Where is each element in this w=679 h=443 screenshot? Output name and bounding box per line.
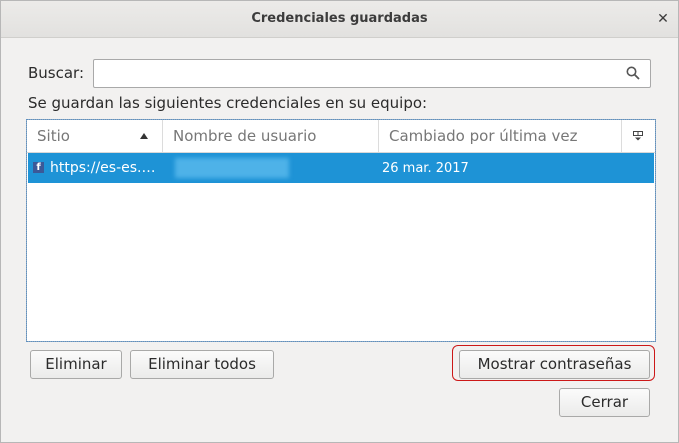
search-input[interactable] xyxy=(94,60,626,87)
search-label: Buscar: xyxy=(28,64,85,82)
show-passwords-button[interactable]: Mostrar contraseñas xyxy=(459,350,650,379)
facebook-icon: f xyxy=(33,162,44,173)
column-header-label: Nombre de usuario xyxy=(173,127,317,145)
changed-cell: 26 mar. 2017 xyxy=(382,161,469,176)
sort-ascending-icon xyxy=(140,133,148,139)
column-header-label: Sitio xyxy=(37,127,70,145)
column-header-site[interactable]: Sitio xyxy=(27,120,163,152)
search-box[interactable] xyxy=(93,59,651,88)
delete-button[interactable]: Eliminar xyxy=(30,350,122,379)
dialog-title: Credenciales guardadas xyxy=(251,11,428,26)
column-header-label: Cambiado por última vez xyxy=(389,127,578,145)
logins-list[interactable]: Sitio Nombre de usuario Cambiado por últ… xyxy=(26,119,656,342)
info-text: Se guardan las siguientes credenciales e… xyxy=(28,94,428,112)
username-cell-redacted xyxy=(175,158,289,178)
column-header-changed[interactable]: Cambiado por última vez xyxy=(379,120,622,152)
close-icon[interactable]: ✕ xyxy=(654,10,672,28)
search-icon[interactable] xyxy=(626,66,640,80)
column-picker-icon[interactable] xyxy=(633,131,643,141)
saved-logins-dialog: Credenciales guardadas ✕ Buscar: Se guar… xyxy=(0,0,679,443)
list-header: Sitio Nombre de usuario Cambiado por últ… xyxy=(27,120,655,153)
column-header-username[interactable]: Nombre de usuario xyxy=(163,120,379,152)
title-bar[interactable]: Credenciales guardadas ✕ xyxy=(1,1,678,38)
close-button[interactable]: Cerrar xyxy=(559,388,650,417)
delete-all-button[interactable]: Eliminar todos xyxy=(130,350,274,379)
site-cell: https://es-es.… xyxy=(50,160,156,176)
table-row[interactable]: f https://es-es.… 26 mar. 2017 xyxy=(28,153,654,183)
